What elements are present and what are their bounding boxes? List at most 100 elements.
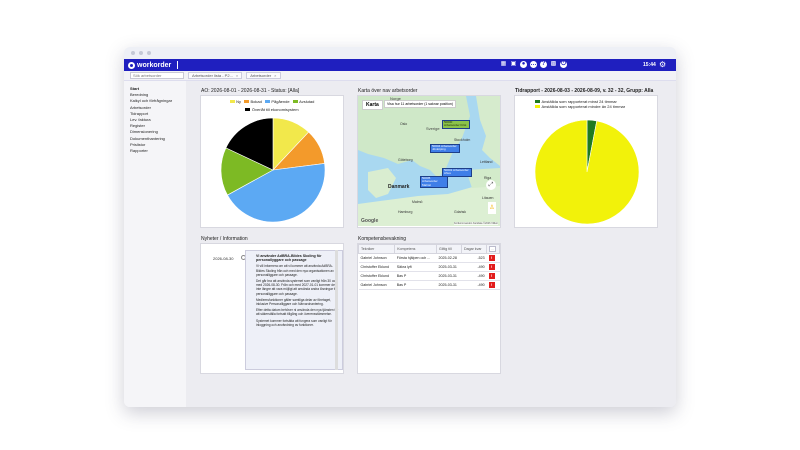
tab-label: Arbetsorder lista - P2... — [192, 73, 233, 78]
cell-days-left: -523 — [461, 253, 487, 263]
warning-icon: ! — [488, 282, 495, 288]
time-pie-chart — [534, 119, 640, 225]
legend-swatch — [535, 100, 540, 103]
warning-icon: ! — [488, 264, 495, 270]
tab-label: Arbetsorder — [250, 73, 272, 78]
map-label: Danmark — [388, 184, 410, 190]
warning-icon: ! — [488, 255, 495, 261]
map-panel-title: Karta över nav arbetsorder — [358, 88, 418, 94]
column-header[interactable]: Dagar kvar — [460, 244, 488, 254]
dashboard: AO: 2026-08-01 - 2026-08-31 - Status: [A… — [186, 81, 676, 407]
gear-icon[interactable]: ⚙ — [659, 60, 666, 69]
news-paragraph: Efter detta datum behöver ni använda den… — [256, 308, 339, 317]
legend-label: Överlåt till ekonomisystem — [251, 107, 299, 112]
map-label: Sverige — [426, 126, 440, 131]
google-logo: Google — [361, 218, 379, 224]
map-footer[interactable]: Kortkommandon Kartdata ©2026 Villkor — [453, 222, 498, 225]
map-marker[interactable]: 50004 Arbetsorder Jönköping — [430, 144, 460, 153]
table-row[interactable]: Christoffer Eklund Säkra lyft 2025-03-31… — [358, 262, 500, 272]
window-chrome — [124, 47, 676, 59]
map-label: Gdańsk — [454, 210, 467, 214]
legend-label: Anställda som rapporterat mindre än 24 t… — [541, 104, 626, 109]
logo-text: workorder — [137, 61, 172, 69]
news-headline: Vi använder AdBRA-Bildes Skoling för per… — [256, 254, 322, 263]
legend-item[interactable]: Avslutad — [292, 99, 315, 104]
cell-competence: Säkra lyft — [394, 262, 437, 272]
cell-valid-to: 2025-02-28 — [436, 253, 462, 263]
cell-valid-to: 2025-03-31 — [436, 280, 462, 290]
column-header[interactable]: Tekniker — [357, 244, 396, 254]
legend-item[interactable]: Överlåt till ekonomisystem — [245, 107, 299, 112]
close-icon[interactable]: × — [236, 73, 238, 78]
news-panel: Nyheter / Information 2026-08-30 Vi anvä… — [200, 236, 344, 374]
news-paragraph: Vi vill informera om att vi kommer att a… — [256, 264, 334, 277]
column-header[interactable]: Giltig till — [436, 244, 462, 254]
map-view[interactable]: Karta Visa hur 11 arbetsorder (1 saknar … — [358, 96, 500, 226]
logout-icon[interactable]: ⏻ — [560, 61, 567, 68]
ao-status-panel: AO: 2026-08-01 - 2026-08-31 - Status: [A… — [200, 88, 344, 228]
cell-days-left: -490 — [461, 280, 487, 290]
cell-valid-to: 2025-03-31 — [436, 271, 462, 281]
legend-item[interactable]: Ny — [229, 99, 241, 104]
app-logo[interactable]: workorder — [128, 61, 172, 69]
news-panel-title: Nyheter / Information — [201, 236, 248, 242]
legend-swatch — [264, 100, 270, 103]
table-row[interactable]: Gabriel Johnson Bas P 2025-03-31 -490 ! — [358, 280, 500, 290]
map-label: Göteborg — [398, 158, 413, 162]
sidebar-item-rapporter[interactable]: Rapporter — [130, 148, 180, 154]
legend-swatch — [292, 100, 298, 103]
competence-table: Tekniker Kompetens Giltig till Dagar kva… — [357, 244, 500, 290]
search-input[interactable] — [130, 72, 184, 79]
legend-item[interactable]: Bokad — [244, 99, 262, 104]
legend-item[interactable]: Pågående — [264, 99, 290, 104]
map-label: Malmö — [412, 200, 423, 204]
tab-bar: Arbetsorder lista - P2... × Arbetsorder … — [124, 71, 676, 81]
cell-valid-to: 2025-03-31 — [436, 262, 462, 272]
news-scrollbar[interactable] — [335, 250, 338, 370]
calendar-icon[interactable]: ▦ — [500, 61, 507, 68]
column-header[interactable]: Kompetens — [394, 244, 438, 254]
close-icon[interactable]: × — [274, 73, 276, 78]
chat-icon[interactable]: … — [530, 61, 537, 68]
user-icon[interactable]: ● — [520, 61, 527, 68]
window-dot — [139, 51, 143, 55]
cell-tech: Christoffer Eklund — [358, 262, 395, 272]
map-marker[interactable]: 50000 Arbetsorder Frist — [442, 120, 470, 129]
fullscreen-icon[interactable]: ⤢ — [486, 180, 496, 190]
tab-arbetsorder-lista[interactable]: Arbetsorder lista - P2... × — [188, 72, 243, 79]
news-item[interactable]: Vi använder AdBRA-Bildes Skoling för per… — [245, 250, 343, 370]
legend-label: Avslutad — [299, 99, 315, 104]
cell-competence: Första hjälpen och ... — [394, 253, 437, 263]
map-info: Visa hur 11 arbetsorder (1 saknar positi… — [384, 100, 457, 108]
legend-swatch — [245, 108, 251, 111]
cell-status: ! — [486, 262, 500, 272]
legend-swatch — [535, 105, 540, 108]
finland-baltic-land — [476, 96, 500, 166]
help-icon[interactable]: ? — [540, 61, 547, 68]
clock: 15:44 — [643, 62, 656, 68]
map-label: Litauen — [482, 196, 494, 200]
time-panel-title: Tidrapport - 2026-08-03 - 2026-08-09, v.… — [515, 88, 654, 94]
news-date: 2026-08-30 — [213, 256, 234, 261]
more-button[interactable]: ... — [489, 246, 496, 252]
tab-arbetsorder[interactable]: Arbetsorder × — [246, 72, 281, 79]
ao-pie-chart — [220, 118, 326, 223]
toolbar-icons: ▦ ▣ ● … ? ▩ ⏻ — [500, 61, 567, 68]
pie-slice[interactable] — [534, 119, 640, 225]
pegman-icon[interactable]: ♙ — [488, 202, 496, 214]
table-row[interactable]: Gabriel Johnson Första hjälpen och ... 2… — [358, 253, 500, 263]
competence-panel: Kompetensbevakning Tekniker Kompetens Gi… — [357, 236, 501, 374]
map-marker[interactable]: 50005 Arbetsorder Malmö — [420, 176, 448, 188]
news-paragraph: Systemet kommer fortsätta att fungera so… — [256, 318, 332, 327]
news-paragraph: Medlemsfunktioner gäller samtliga delar … — [256, 297, 331, 307]
grid-icon[interactable]: ▩ — [550, 61, 557, 68]
map-type-button[interactable]: Karta — [362, 100, 383, 110]
save-icon[interactable]: ▣ — [510, 61, 517, 68]
time-report-panel: Tidrapport - 2026-08-03 - 2026-08-09, v.… — [514, 88, 658, 228]
legend-item[interactable]: Anställda som rapporterat mindre än 24 t… — [535, 104, 657, 109]
column-menu[interactable]: ... — [486, 244, 500, 254]
cell-competence: Bas P — [394, 280, 437, 290]
logo-icon — [128, 61, 135, 69]
table-row[interactable]: Christoffer Eklund Bas P 2025-03-31 -490… — [358, 271, 500, 281]
competence-panel-title: Kompetensbevakning — [358, 236, 407, 242]
